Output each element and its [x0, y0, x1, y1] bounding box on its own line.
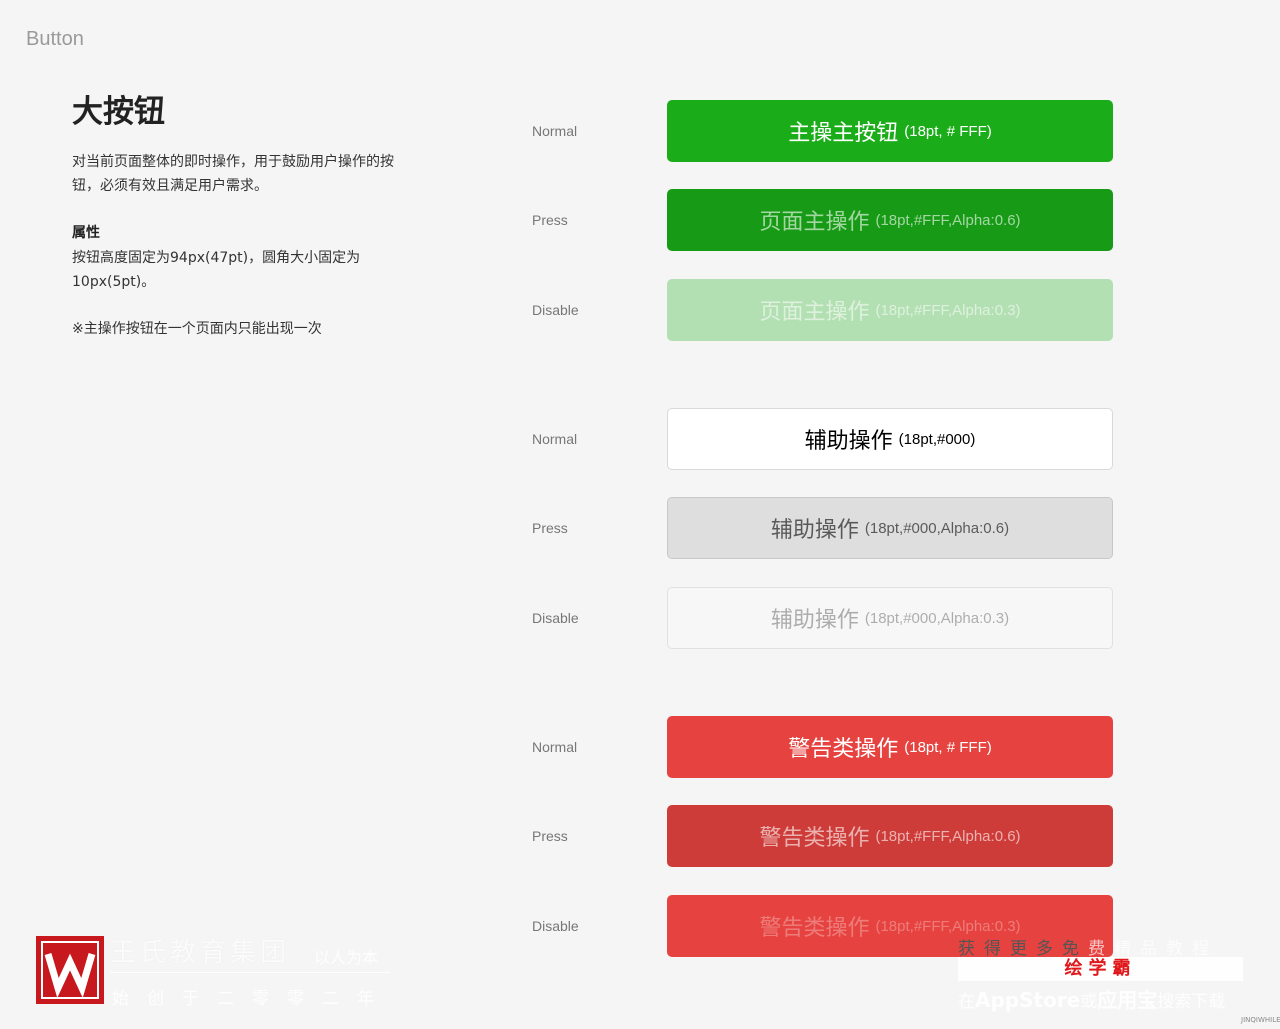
brand-logo-icon	[36, 936, 104, 1004]
button-spec: (18pt,#000,Alpha:0.6)	[864, 519, 1010, 537]
button-label: 主操主按钮	[788, 121, 899, 146]
button-spec: (18pt,#FFF,Alpha:0.3)	[875, 301, 1021, 319]
button-spec: (18pt, # FFF)	[904, 738, 992, 756]
watermark-divider	[110, 972, 390, 973]
warning-button-press[interactable]: 警告类操作 (18pt,#FFF,Alpha:0.6)	[667, 805, 1113, 867]
tiny-credit: JINQIWHILE	[1241, 1016, 1280, 1024]
button-label: 警告类操作	[759, 916, 870, 941]
watermark-name: 王氏教育集团	[110, 938, 291, 968]
button-label: 辅助操作	[770, 608, 859, 633]
state-label-disable: Disable	[532, 918, 579, 934]
usage-note: ※主操作按钮在一个页面内只能出现一次	[72, 321, 322, 337]
primary-button-press[interactable]: 页面主操作 (18pt,#FFF,Alpha:0.6)	[667, 189, 1113, 251]
button-spec: (18pt,#FFF,Alpha:0.6)	[875, 827, 1021, 845]
state-label-normal: Normal	[532, 739, 578, 755]
property-description: 按钮高度固定为94px(47pt)，圆角大小固定为10px(5pt)。	[72, 250, 361, 290]
property-title: 属性	[72, 225, 100, 241]
watermark-subtitle: 始创于二零零二年	[112, 989, 392, 1009]
watermark-slogan: 以人为本	[314, 948, 379, 967]
secondary-button-disable: 辅助操作 (18pt,#000,Alpha:0.3)	[667, 587, 1113, 649]
state-label-disable: Disable	[532, 610, 579, 626]
promo-footer: 在AppStore或应用宝搜索下载	[958, 988, 1226, 1012]
page-title: 大按钮	[72, 94, 165, 130]
button-spec: (18pt,#000,Alpha:0.3)	[864, 609, 1010, 627]
button-spec: (18pt,#000)	[898, 430, 976, 448]
section-label: Button	[26, 28, 84, 50]
state-label-press: Press	[532, 828, 568, 844]
state-label-press: Press	[532, 520, 568, 536]
state-label-normal: Normal	[532, 123, 578, 139]
primary-button-disable: 页面主操作 (18pt,#FFF,Alpha:0.3)	[667, 279, 1113, 341]
state-label-normal: Normal	[532, 431, 578, 447]
button-label: 辅助操作	[804, 429, 893, 454]
button-spec: (18pt,#FFF,Alpha:0.6)	[875, 211, 1021, 229]
promo-headline: 获得更多免费精品教程	[958, 939, 1218, 959]
primary-button-normal[interactable]: 主操主按钮 (18pt, # FFF)	[667, 100, 1113, 162]
state-label-press: Press	[532, 212, 568, 228]
state-label-disable: Disable	[532, 302, 579, 318]
description: 对当前页面整体的即时操作，用于鼓励用户操作的按钮，必须有效且满足用户需求。	[72, 154, 394, 194]
button-label: 警告类操作	[759, 826, 870, 851]
button-spec: (18pt, # FFF)	[904, 122, 992, 140]
secondary-button-normal[interactable]: 辅助操作 (18pt,#000)	[667, 408, 1113, 470]
button-label: 辅助操作	[770, 518, 859, 543]
button-spec: (18pt,#FFF,Alpha:0.3)	[875, 917, 1021, 935]
button-label: 警告类操作	[788, 737, 899, 762]
promo-brand: 绘学霸	[958, 957, 1243, 981]
warning-button-normal[interactable]: 警告类操作 (18pt, # FFF)	[667, 716, 1113, 778]
button-label: 页面主操作	[759, 300, 870, 325]
button-label: 页面主操作	[759, 210, 870, 235]
secondary-button-press[interactable]: 辅助操作 (18pt,#000,Alpha:0.6)	[667, 497, 1113, 559]
